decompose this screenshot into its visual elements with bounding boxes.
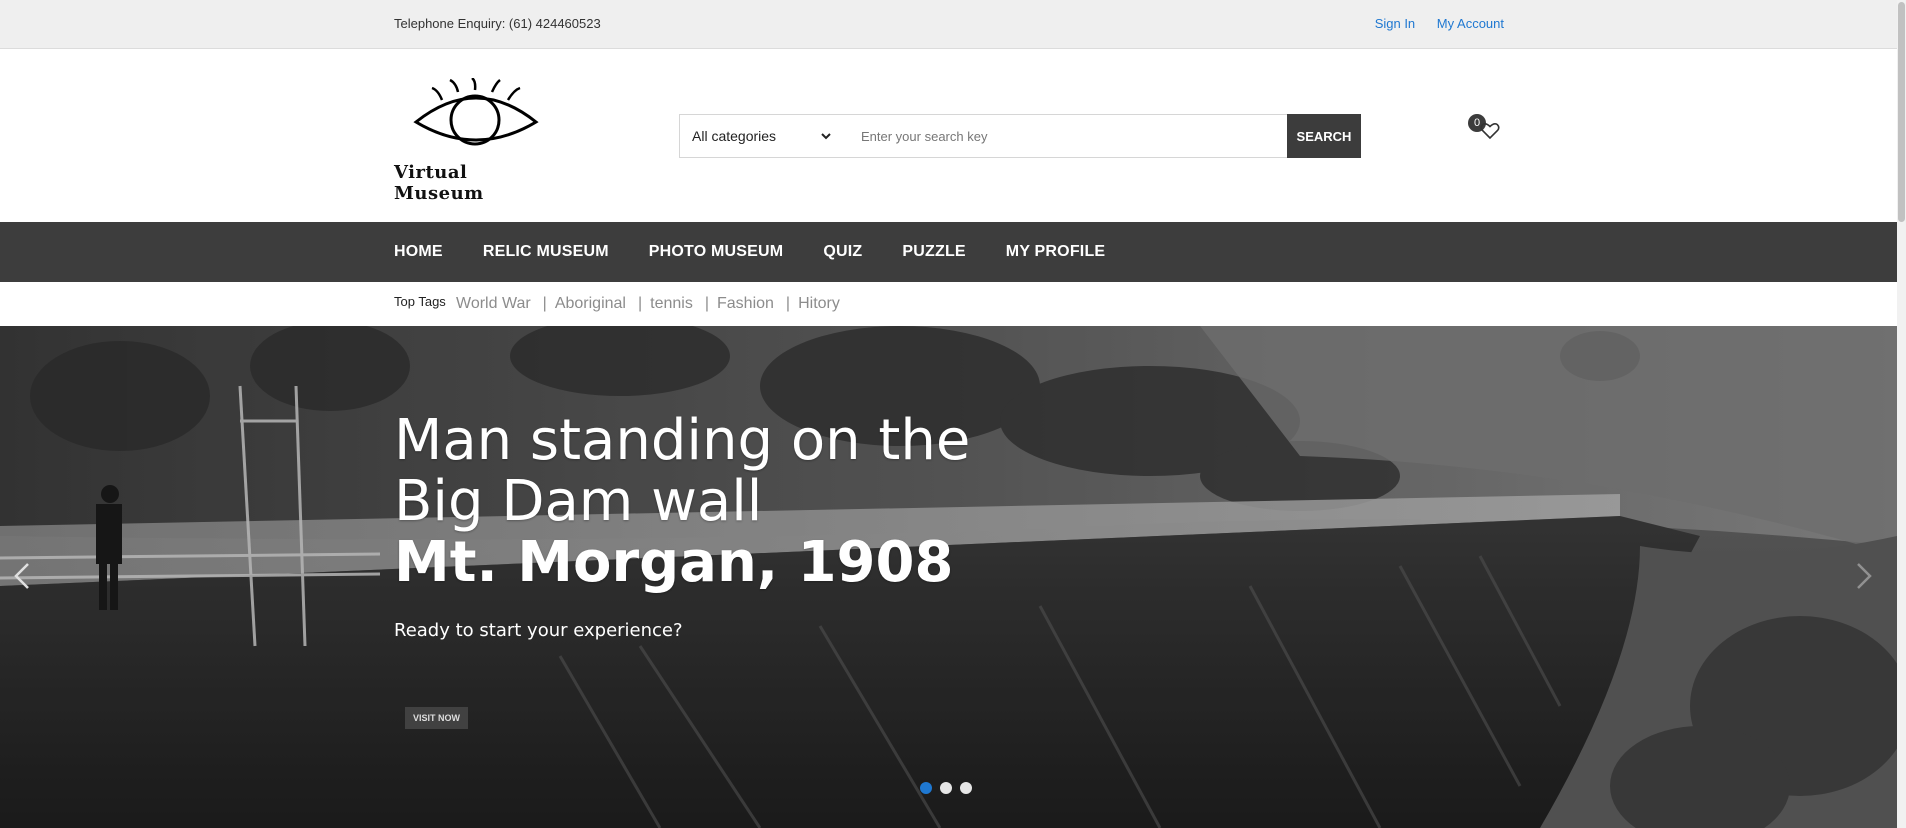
my-account-link[interactable]: My Account xyxy=(1437,16,1504,31)
top-tags-label: Top Tags xyxy=(394,294,446,309)
tag-divider: | xyxy=(785,295,791,312)
category-select-value: All categories xyxy=(692,128,777,144)
slider-pagination xyxy=(920,782,980,794)
nav-item-relic-museum[interactable]: RELIC MUSEUM xyxy=(483,243,609,261)
page: Telephone Enquiry: (61) 424460523 Sign I… xyxy=(0,0,1906,828)
hero-slider: Man standing on the Big Dam wall Mt. Mor… xyxy=(0,326,1897,828)
page-scrollbar[interactable] xyxy=(1897,0,1906,828)
search-input[interactable] xyxy=(845,115,1287,157)
main-navigation: HOME RELIC MUSEUM PHOTO MUSEUM QUIZ PUZZ… xyxy=(0,222,1897,282)
tag-link[interactable]: tennis xyxy=(650,295,693,313)
tag-link[interactable]: Hitory xyxy=(798,295,840,313)
logo-text: Virtual Museum xyxy=(394,162,484,204)
sign-in-link[interactable]: Sign In xyxy=(1375,16,1415,31)
account-links: Sign In My Account xyxy=(1357,16,1504,31)
tag-divider: | xyxy=(542,295,547,312)
nav-item-home[interactable]: HOME xyxy=(394,243,443,261)
eye-logo-icon xyxy=(413,78,539,146)
wishlist-button[interactable]: 0 xyxy=(1468,114,1504,148)
tag-link[interactable]: Aboriginal xyxy=(555,295,626,313)
nav-item-my-profile[interactable]: MY PROFILE xyxy=(1006,243,1106,261)
hero-title-line: Big Dam wall xyxy=(394,469,763,534)
nav-item-puzzle[interactable]: PUZZLE xyxy=(902,243,965,261)
slider-dot[interactable] xyxy=(940,782,952,794)
search-bar: All categories SEARCH xyxy=(679,114,1361,158)
tag-divider: | xyxy=(704,295,709,312)
chevron-right-icon[interactable] xyxy=(1852,558,1876,594)
hero-title: Man standing on the Big Dam wall Mt. Mor… xyxy=(394,410,970,593)
tag-divider: | xyxy=(637,295,643,312)
nav-item-quiz[interactable]: QUIZ xyxy=(823,243,862,261)
tag-link[interactable]: Fashion xyxy=(717,295,774,313)
scrollbar-thumb[interactable] xyxy=(1898,2,1905,222)
top-utility-bar: Telephone Enquiry: (61) 424460523 Sign I… xyxy=(0,0,1897,49)
heart-icon xyxy=(1480,123,1500,140)
site-header: Virtual Museum All categories SEARCH 0 xyxy=(0,50,1897,222)
search-button[interactable]: SEARCH xyxy=(1287,114,1361,158)
tag-link[interactable]: World War xyxy=(456,295,531,313)
chevron-left-icon[interactable] xyxy=(10,558,34,594)
slider-dot[interactable] xyxy=(960,782,972,794)
hero-title-emphasis: Mt. Morgan, 1908 xyxy=(394,530,954,595)
site-logo[interactable]: Virtual Museum xyxy=(394,78,554,204)
category-select[interactable]: All categories xyxy=(680,115,845,157)
telephone-enquiry: Telephone Enquiry: (61) 424460523 xyxy=(394,16,601,31)
nav-item-photo-museum[interactable]: PHOTO MUSEUM xyxy=(649,243,784,261)
chevron-down-icon xyxy=(821,133,831,140)
slider-dot[interactable] xyxy=(920,782,932,794)
top-tags-bar: Top Tags World War | Aboriginal | tennis… xyxy=(0,282,1897,326)
hero-title-line: Man standing on the xyxy=(394,408,971,473)
top-tags-list: World War | Aboriginal | tennis | Fashio… xyxy=(456,295,840,313)
hero-subtitle: Ready to start your experience? xyxy=(394,620,683,641)
visit-now-button[interactable]: VISIT NOW xyxy=(405,707,468,729)
